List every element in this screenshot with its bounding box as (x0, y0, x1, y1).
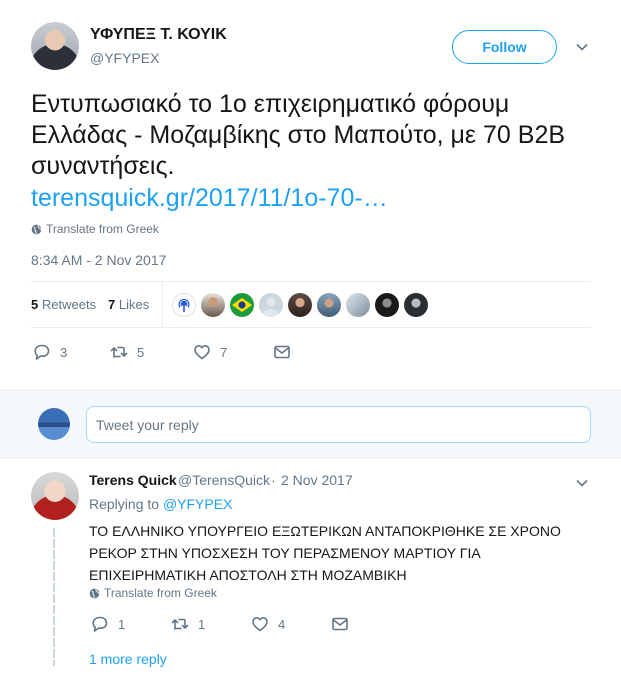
direct-message-action[interactable] (273, 343, 291, 361)
user-avatar[interactable] (375, 293, 399, 317)
reply-author-avatar[interactable] (31, 472, 79, 520)
tweet-text: Εντυπωσιακό το 1ο επιχειρηματικό φόρουμ … (31, 90, 566, 180)
follow-button[interactable]: Follow (452, 30, 557, 64)
reply-icon (92, 616, 108, 632)
reply-action[interactable]: 3 (33, 343, 67, 361)
author-handle[interactable]: @YFYPEX (90, 50, 159, 66)
retweets-stat[interactable]: 5 Retweets (31, 297, 96, 312)
thread-line (53, 528, 55, 666)
divider (31, 281, 591, 282)
author-name[interactable]: ΥΦΥΠΕΞ Τ. ΚΟΥΙΚ (90, 26, 227, 44)
likes-label: Likes (118, 297, 150, 312)
divider (31, 327, 591, 328)
replying-to: Replying to @YFYPEX (89, 496, 232, 512)
more-replies-link[interactable]: 1 more reply (89, 651, 167, 667)
translate-link[interactable]: Translate from Greek (31, 222, 159, 236)
retweet-icon (110, 346, 128, 358)
chevron-down-icon[interactable] (575, 40, 589, 54)
likes-count: 7 (108, 297, 116, 312)
reply-date[interactable]: 2 Nov 2017 (281, 472, 353, 488)
translate-label: Translate from Greek (104, 586, 217, 600)
tweet-link[interactable]: terensquick.gr/2017/11/1o-70-… (31, 183, 388, 214)
current-user-avatar[interactable] (38, 408, 70, 440)
liker-avatars (172, 293, 428, 317)
retweet-count: 5 (137, 344, 145, 360)
direct-message-action[interactable] (331, 615, 349, 633)
translate-label: Translate from Greek (46, 222, 159, 236)
replying-to-link[interactable]: @YFYPEX (163, 496, 232, 512)
retweet-action[interactable]: 1 (171, 615, 205, 633)
retweet-action[interactable]: 5 (110, 343, 144, 361)
reply-action[interactable]: 1 (91, 615, 125, 633)
user-avatar[interactable] (201, 293, 225, 317)
user-avatar[interactable] (288, 293, 312, 317)
user-avatar[interactable] (404, 293, 428, 317)
like-action[interactable]: 7 (193, 343, 227, 361)
replying-prefix: Replying to (89, 496, 160, 512)
retweets-label: Retweets (41, 297, 97, 312)
default-avatar[interactable] (259, 293, 283, 317)
reply-icon (34, 344, 50, 360)
retweets-count: 5 (31, 297, 39, 312)
user-avatar[interactable] (346, 293, 370, 317)
like-count: 4 (278, 616, 286, 632)
globe-icon (31, 224, 42, 234)
globe-icon (89, 588, 100, 598)
brazil-flag-avatar[interactable] (230, 293, 254, 317)
tweet-timestamp[interactable]: 8:34 AM - 2 Nov 2017 (31, 252, 166, 268)
user-avatar[interactable] (317, 293, 341, 317)
retweet-count: 1 (198, 616, 206, 632)
reply-author-handle[interactable]: @TerensQuick (178, 472, 270, 488)
reply-separator: · (271, 472, 276, 488)
envelope-icon (332, 617, 348, 631)
chevron-down-icon[interactable] (575, 476, 589, 490)
heart-icon (194, 345, 210, 360)
reply-text: ΤΟ ΕΛΛΗΝΙΚΟ ΥΠΟΥΡΓΕΙΟ ΕΞΩΤΕΡΙΚΩΝ ΑΝΤΑΠΟΚ… (89, 523, 561, 583)
divider (162, 282, 163, 327)
reply-input[interactable] (86, 406, 591, 443)
reply-count: 1 (118, 616, 126, 632)
envelope-icon (274, 345, 290, 359)
retweet-icon (171, 618, 189, 630)
reply-author-name[interactable]: Terens Quick (89, 472, 177, 488)
like-count: 7 (220, 344, 228, 360)
translate-link[interactable]: Translate from Greek (89, 586, 217, 600)
reply-count: 3 (60, 344, 68, 360)
author-avatar[interactable] (31, 22, 79, 70)
like-action[interactable]: 4 (251, 615, 285, 633)
podcast-icon-avatar[interactable] (172, 293, 196, 317)
likes-stat[interactable]: 7 Likes (108, 297, 149, 312)
heart-icon (252, 617, 268, 632)
